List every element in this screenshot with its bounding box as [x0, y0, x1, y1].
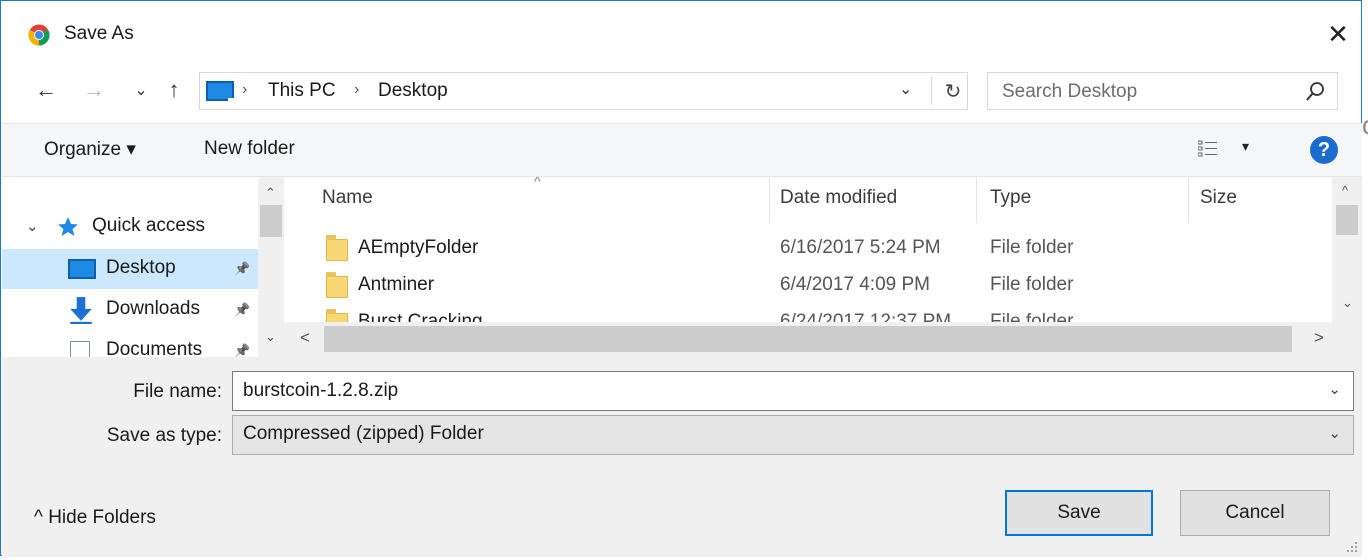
- scroll-left-icon[interactable]: <: [300, 328, 310, 348]
- sidebar-item-label: Desktop: [106, 257, 176, 278]
- breadcrumb-desktop[interactable]: Desktop: [378, 80, 448, 102]
- title-bar: Save As ✕: [1, 1, 1361, 67]
- download-arrow-icon: [70, 297, 92, 324]
- save-as-type-label: Save as type:: [106, 425, 222, 446]
- forward-button[interactable]: →: [79, 73, 109, 107]
- file-name-dropdown-icon[interactable]: ⌄: [1328, 380, 1341, 398]
- sidebar-item-label: Documents: [106, 339, 203, 357]
- sidebar-item-documents[interactable]: Documents 📌: [2, 331, 258, 357]
- documents-icon: [70, 341, 90, 357]
- column-header-name[interactable]: Name: [322, 187, 373, 209]
- search-box[interactable]: [987, 72, 1338, 110]
- window-title: Save As: [64, 23, 134, 44]
- file-type: File folder: [990, 274, 1074, 295]
- file-name: AEmptyFolder: [358, 237, 479, 258]
- details-view-icon[interactable]: [1198, 140, 1218, 158]
- help-icon[interactable]: ?: [1310, 136, 1338, 164]
- file-list: ^ Name Date modified Type Size AEmptyFol…: [284, 177, 1362, 357]
- column-divider: [976, 177, 977, 223]
- filelist-hscroll-thumb[interactable]: [324, 326, 1292, 352]
- file-row[interactable]: Antminer 6/4/2017 4:09 PM File folder: [312, 270, 1302, 304]
- navpane-vertical-scrollbar[interactable]: ⌃ ⌄: [258, 177, 284, 357]
- save-button[interactable]: Save: [1005, 490, 1153, 536]
- file-name: Antminer: [358, 274, 435, 295]
- pin-icon: 📌: [234, 261, 251, 276]
- save-as-type-value: Compressed (zipped) Folder: [243, 423, 484, 444]
- sidebar-item-downloads[interactable]: Downloads 📌: [2, 290, 258, 330]
- cancel-button[interactable]: Cancel: [1180, 490, 1330, 536]
- organize-menu-button[interactable]: Organize ▾: [44, 138, 136, 161]
- sidebar-item-label: Quick access: [92, 215, 205, 236]
- star-icon: [58, 217, 78, 236]
- expand-chevron-icon[interactable]: ⌄: [26, 217, 39, 235]
- file-name-field[interactable]: ⌄: [232, 371, 1354, 411]
- column-divider: [769, 177, 770, 223]
- breadcrumb-separator-icon: ›: [242, 81, 248, 98]
- hide-folders-button[interactable]: ^ Hide Folders: [34, 507, 156, 529]
- address-history-dropdown-icon[interactable]: ⌄: [899, 79, 912, 99]
- view-options-dropdown-icon[interactable]: ▾: [1242, 138, 1249, 155]
- scroll-up-icon[interactable]: ⌃: [265, 185, 276, 201]
- pin-icon: 📌: [234, 343, 251, 357]
- folder-icon: [326, 272, 348, 298]
- recent-locations-button[interactable]: ⌄: [129, 73, 153, 107]
- breadcrumb-separator-icon: ›: [354, 81, 360, 98]
- back-button[interactable]: ←: [31, 73, 61, 107]
- scroll-down-icon[interactable]: ⌄: [1342, 295, 1353, 311]
- breadcrumb-this-pc[interactable]: This PC: [268, 80, 336, 102]
- close-button[interactable]: ✕: [1315, 11, 1361, 57]
- background-page-fragment: o: [1362, 110, 1368, 141]
- sidebar-item-desktop[interactable]: Desktop 📌: [2, 249, 258, 289]
- save-as-type-dropdown-icon[interactable]: ⌄: [1328, 424, 1341, 442]
- navigation-pane: ⌄ Quick access Desktop 📌 Downloads 📌 Doc…: [2, 177, 284, 357]
- filelist-horizontal-scrollbar[interactable]: < >: [284, 322, 1362, 357]
- navpane-scroll-thumb[interactable]: [260, 205, 282, 237]
- up-button[interactable]: ↑: [161, 73, 187, 107]
- scroll-right-icon[interactable]: >: [1314, 328, 1324, 348]
- sidebar-item-quick-access[interactable]: ⌄ Quick access: [2, 207, 258, 247]
- file-type: File folder: [990, 237, 1074, 258]
- address-divider: [931, 77, 932, 105]
- file-name-input[interactable]: [243, 378, 1303, 404]
- save-as-type-select[interactable]: Compressed (zipped) Folder ⌄: [232, 415, 1354, 455]
- command-toolbar: Organize ▾ New folder ▾ ?: [2, 123, 1362, 177]
- filelist-vscroll-thumb[interactable]: [1336, 205, 1358, 235]
- pin-icon: 📌: [234, 302, 251, 317]
- search-icon[interactable]: [1305, 81, 1325, 103]
- column-header-date-modified[interactable]: Date modified: [780, 187, 897, 209]
- refresh-button[interactable]: ↻: [939, 74, 967, 108]
- column-header-type[interactable]: Type: [990, 187, 1031, 209]
- file-row[interactable]: AEmptyFolder 6/16/2017 5:24 PM File fold…: [312, 233, 1302, 267]
- search-input[interactable]: [1002, 79, 1292, 105]
- scroll-down-icon[interactable]: ⌄: [265, 329, 276, 345]
- new-folder-button[interactable]: New folder: [204, 138, 295, 160]
- chrome-icon: [28, 24, 50, 46]
- filelist-vertical-scrollbar[interactable]: ^ ⌄: [1332, 177, 1362, 322]
- column-divider: [1188, 177, 1189, 223]
- sidebar-item-label: Downloads: [106, 298, 200, 319]
- sort-ascending-icon: ^: [534, 177, 541, 189]
- scroll-up-icon[interactable]: ^: [1342, 183, 1348, 198]
- file-name-label: File name:: [133, 381, 222, 402]
- save-as-dialog: Save As ✕ ← → ⌄ ↑ › This PC › Desktop ⌄ …: [0, 0, 1362, 557]
- address-bar[interactable]: › This PC › Desktop: [199, 72, 968, 110]
- file-date: 6/4/2017 4:09 PM: [780, 274, 930, 295]
- folder-icon: [326, 235, 348, 261]
- save-options-panel: File name: ⌄ Save as type: Compressed (z…: [2, 357, 1362, 557]
- desktop-icon: [68, 259, 96, 279]
- column-header-size[interactable]: Size: [1200, 187, 1237, 209]
- file-date: 6/16/2017 5:24 PM: [780, 237, 941, 258]
- resize-grip-icon[interactable]: [1346, 541, 1358, 553]
- this-pc-icon: [206, 81, 234, 101]
